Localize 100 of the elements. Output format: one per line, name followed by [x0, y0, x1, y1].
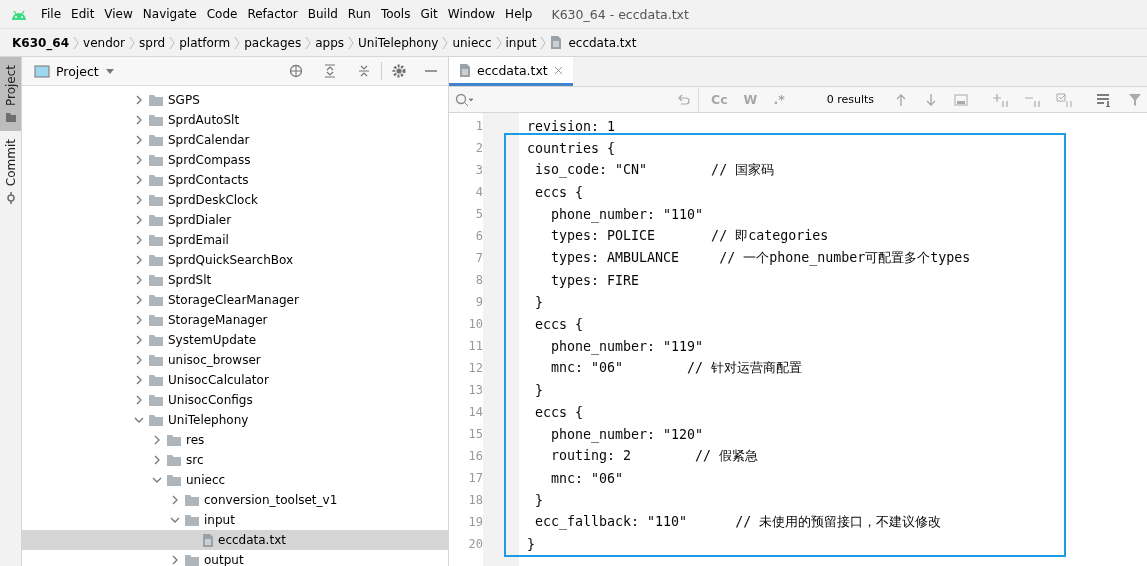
menu-item[interactable]: Help [500, 7, 538, 21]
menu-item[interactable]: File [36, 7, 67, 21]
folder-icon [148, 253, 164, 267]
folder-icon [148, 173, 164, 187]
tree-item[interactable]: StorageClearManager [22, 290, 448, 310]
collapse-all-icon[interactable] [357, 64, 371, 78]
menu-item[interactable]: Run [342, 7, 376, 21]
text-filter-icon[interactable] [1096, 92, 1113, 107]
settings-icon[interactable] [392, 64, 406, 78]
menu-item[interactable]: Window [442, 7, 501, 21]
chevron-right-icon [348, 35, 354, 50]
line-number: 6 [474, 229, 483, 243]
tree-item[interactable]: SprdDeskClock [22, 190, 448, 210]
folder-icon [148, 193, 164, 207]
breadcrumb-item[interactable]: uniecc [452, 35, 492, 50]
tree-item[interactable]: output [22, 550, 448, 566]
tree-item[interactable]: SprdContacts [22, 170, 448, 190]
folder-icon [148, 333, 164, 347]
tree-item[interactable]: UnisocConfigs [22, 390, 448, 410]
folder-icon [148, 293, 164, 307]
panel-title[interactable]: Project [56, 63, 99, 79]
menu-item[interactable]: View [99, 7, 138, 21]
code-line: phone_number: "110" [550, 206, 704, 222]
line-number: 2 [474, 141, 483, 155]
breadcrumb-item[interactable]: packages [244, 35, 302, 50]
line-number: 19 [467, 515, 483, 529]
line-number: 1 [474, 119, 483, 133]
code-line: iso_code: "CN" // 国家码 [534, 161, 775, 179]
code-line: } [534, 382, 543, 398]
crosshair-icon[interactable] [289, 64, 303, 78]
tree-item[interactable]: SprdEmail [22, 230, 448, 250]
breadcrumb-item[interactable]: vendor [83, 35, 126, 50]
breadcrumb-item[interactable]: sprd [139, 35, 166, 50]
line-number: 7 [474, 251, 483, 265]
tree-item[interactable]: SprdAutoSlt [22, 110, 448, 130]
tree-item[interactable]: input [22, 510, 448, 530]
file-icon [202, 532, 214, 548]
tree-item[interactable]: res [22, 430, 448, 450]
code-line: revision: 1 [527, 118, 616, 134]
search-field[interactable] [455, 87, 699, 112]
code-line: phone_number: "119" [550, 338, 704, 354]
tree-item[interactable]: uniecc [22, 470, 448, 490]
menu-item[interactable]: Refactor [242, 7, 303, 21]
expand-all-icon[interactable] [323, 64, 337, 78]
chevron-down-icon[interactable] [134, 415, 144, 425]
folder-icon [148, 213, 164, 227]
menu-item[interactable]: Build [302, 7, 343, 21]
menu-item[interactable]: Tools [375, 7, 416, 21]
tree-item[interactable]: SystemUpdate [22, 330, 448, 350]
tree-item[interactable]: eccdata.txt [22, 530, 448, 550]
line-number: 18 [467, 493, 483, 507]
close-icon[interactable] [553, 65, 563, 75]
tree-item[interactable]: UniTelephony [22, 410, 448, 430]
chevron-right-icon[interactable] [170, 555, 180, 565]
menu-item[interactable]: Edit [66, 7, 100, 21]
breadcrumb-item[interactable]: platform [179, 35, 231, 50]
editor-tab[interactable]: eccdata.txt [449, 57, 573, 86]
breadcrumb-item[interactable]: eccdata.txt [568, 35, 637, 50]
tree-item[interactable]: UnisocCalculator [22, 370, 448, 390]
breadcrumb-item[interactable]: apps [315, 35, 344, 50]
tree-item[interactable]: SprdQuickSearchBox [22, 250, 448, 270]
chevron-right-icon [442, 35, 449, 50]
code-line: mnc: "06" [550, 470, 624, 486]
line-number: 5 [474, 207, 483, 221]
breadcrumb-item[interactable]: K630_64 [12, 35, 70, 50]
tree-item[interactable]: src [22, 450, 448, 470]
tree-item[interactable]: StorageManager [22, 310, 448, 330]
tool-window-tab[interactable]: Project [0, 57, 21, 132]
menu-item[interactable]: Navigate [137, 7, 202, 21]
tree-item[interactable]: SprdCalendar [22, 130, 448, 150]
folder-icon [184, 553, 200, 566]
line-number: 17 [467, 471, 483, 485]
caret-down-icon[interactable] [104, 67, 115, 75]
folder-icon [148, 413, 164, 427]
line-number: 3 [474, 163, 483, 177]
breadcrumb-item[interactable]: input [505, 35, 537, 50]
code-line: eccs { [534, 184, 584, 200]
tree-item[interactable]: SprdCompass [22, 150, 448, 170]
folder-icon [148, 373, 164, 387]
results-count: 0 results [826, 93, 875, 106]
folder-icon [148, 233, 164, 247]
tree-item[interactable]: conversion_toolset_v1 [22, 490, 448, 510]
tree-item[interactable]: SprdSlt [22, 270, 448, 290]
menu-item[interactable]: Git [415, 7, 443, 21]
code-line: countries { [527, 140, 616, 156]
code-line: } [534, 294, 543, 310]
folder-icon [184, 493, 200, 507]
menu-item[interactable]: Code [201, 7, 243, 21]
tree-item[interactable]: unisoc_browser [22, 350, 448, 370]
tree-item[interactable]: SGPS [22, 90, 448, 110]
tool-window-tab[interactable]: Commit [0, 131, 21, 213]
chevron-right-icon[interactable] [170, 495, 180, 505]
tree-item[interactable]: SprdDialer [22, 210, 448, 230]
window-icon [34, 64, 50, 78]
breadcrumb-item[interactable]: UniTelephony [358, 35, 439, 50]
chevron-right-icon [495, 35, 502, 50]
folder-icon [148, 113, 164, 127]
chevron-down-icon[interactable] [170, 515, 180, 525]
line-number: 9 [474, 295, 483, 309]
chevron-down-icon[interactable] [152, 475, 162, 485]
